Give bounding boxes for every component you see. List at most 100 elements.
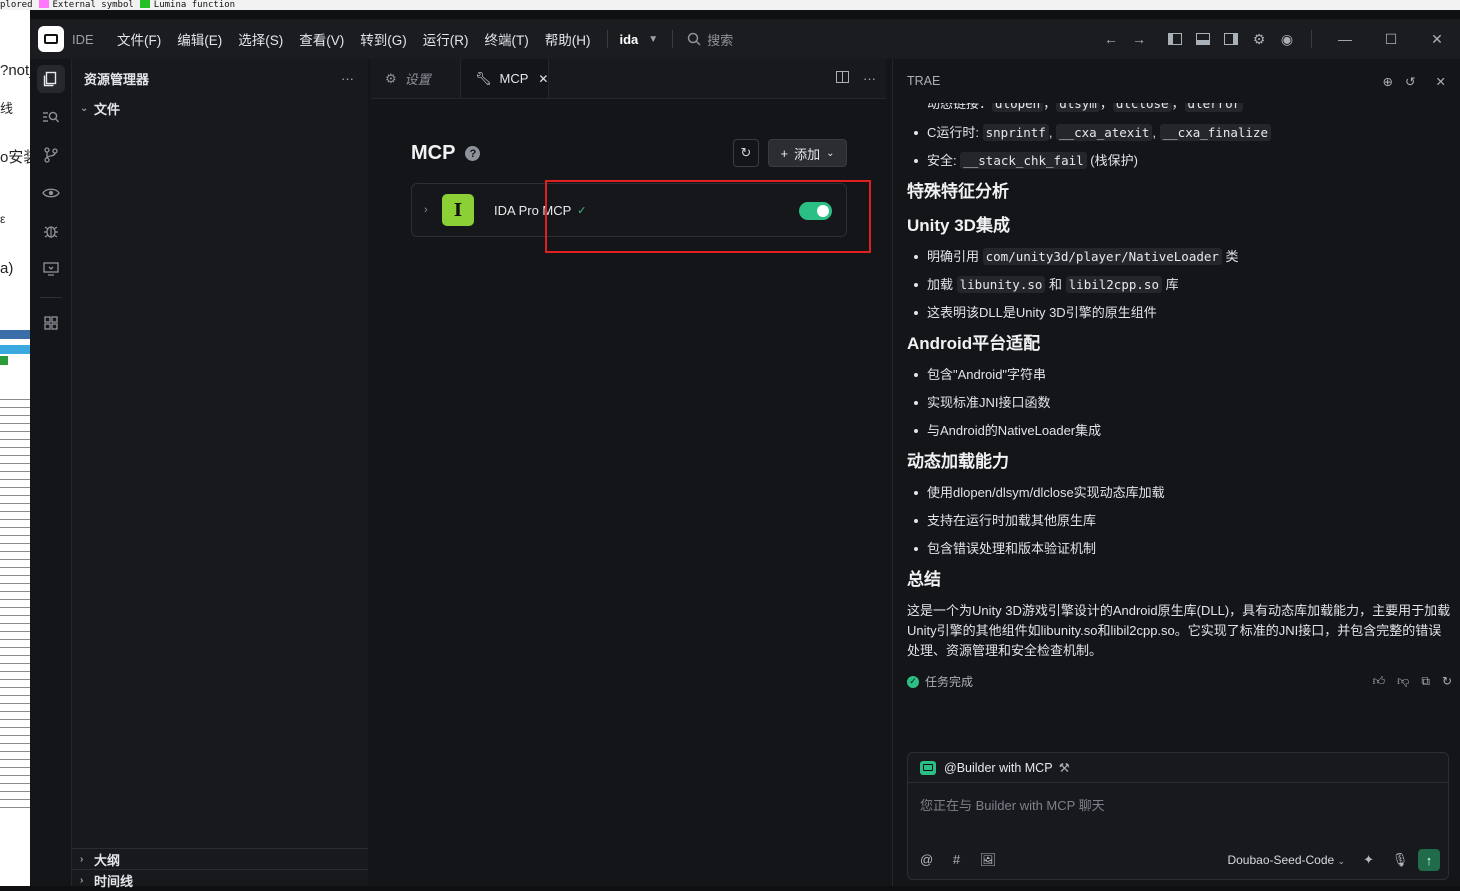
chat-title: TRAE bbox=[907, 74, 941, 88]
help-icon[interactable]: ? bbox=[465, 146, 481, 161]
page-title: MCP bbox=[411, 142, 456, 164]
highlight-annotation-box bbox=[545, 180, 871, 253]
thumbs-down-icon[interactable]: 👎︎ bbox=[1397, 674, 1409, 689]
list-item: 加载 libunity.so 和 libil2cpp.so 库 bbox=[907, 271, 1452, 299]
text: 明确引用 bbox=[927, 249, 983, 264]
menu-file[interactable]: 文件(F) bbox=[117, 29, 161, 49]
unity-list: 明确引用 com/unity3d/player/NativeLoader 类 加… bbox=[907, 243, 1452, 327]
explorer-root-folder[interactable]: ⌄ 文件 bbox=[72, 97, 368, 119]
add-server-button[interactable]: + 添加 ⌄ bbox=[768, 139, 847, 167]
copy-icon[interactable]: ⧉ bbox=[1421, 674, 1430, 689]
background-legend-strip: plored External symbol Lumina function bbox=[0, 0, 1460, 10]
task-status-row: ✓ 任务完成 👍︎ 👎︎ ⧉ ↻ bbox=[907, 673, 1452, 690]
title-separator bbox=[606, 30, 608, 48]
model-selector[interactable]: Doubao-Seed-Code ⌄ bbox=[1227, 853, 1345, 867]
toggle-secondary-sidebar-icon[interactable] bbox=[1217, 25, 1245, 53]
ai-chat-panel: TRAE ⊕ ↺ ✕ 动态链接： dlopen， dlsym， dlclose， dle… bbox=[892, 59, 1460, 886]
more-actions-icon[interactable]: ··· bbox=[863, 71, 876, 86]
menu-selection[interactable]: 选择(S) bbox=[238, 29, 283, 49]
minimize-icon[interactable]: — bbox=[1322, 25, 1368, 53]
forward-arrow-icon[interactable]: → bbox=[1125, 25, 1153, 53]
android-list: 包含"Android"字符串 实现标准JNI接口函数 与Android的Nati… bbox=[907, 361, 1452, 445]
chat-input[interactable]: 您正在与 Builder with MCP 聊天 bbox=[920, 795, 1105, 814]
search-files-icon[interactable] bbox=[37, 103, 65, 131]
title-separator bbox=[1311, 30, 1312, 48]
thumbs-up-icon[interactable]: 👍︎ bbox=[1373, 674, 1386, 689]
outline-section[interactable]: › 大纲 bbox=[72, 848, 368, 870]
text: 动态链接： bbox=[927, 103, 993, 111]
text: 库 bbox=[1161, 277, 1179, 292]
preview-eye-icon[interactable] bbox=[37, 179, 65, 207]
menu-help[interactable]: 帮助(H) bbox=[545, 29, 591, 49]
sparkle-icon[interactable]: ✦ bbox=[1363, 852, 1374, 868]
legend-swatch-pink bbox=[38, 0, 49, 8]
menu-edit[interactable]: 编辑(E) bbox=[177, 29, 222, 49]
remote-screen-icon[interactable] bbox=[37, 255, 65, 283]
back-arrow-icon[interactable]: ← bbox=[1097, 25, 1125, 53]
legend-text-explored: plored bbox=[0, 0, 33, 10]
menu-run[interactable]: 运行(R) bbox=[423, 29, 469, 49]
code: dlopen bbox=[992, 103, 1044, 112]
new-chat-icon[interactable]: ⊕ bbox=[1383, 74, 1393, 89]
close-window-icon[interactable]: ✕ bbox=[1414, 25, 1460, 53]
status-text: 任务完成 bbox=[925, 675, 974, 689]
image-upload-icon[interactable]: 🖼︎ bbox=[980, 852, 997, 867]
builder-agent-icon bbox=[920, 760, 936, 775]
code: com/unity3d/player/NativeLoader bbox=[982, 248, 1222, 265]
list-item: C运行时: snprintf, __cxa_atexit, __cxa_fina… bbox=[907, 119, 1452, 147]
bg-fragment: o安装 bbox=[0, 149, 30, 166]
maximize-icon[interactable]: ☐ bbox=[1368, 25, 1414, 53]
tab-settings[interactable]: ⚙ 设置 bbox=[371, 59, 461, 98]
code: dlerror bbox=[1184, 103, 1244, 112]
code: __cxa_finalize bbox=[1159, 124, 1271, 141]
regenerate-icon[interactable]: ↻ bbox=[1442, 674, 1452, 689]
explorer-header: 资源管理器 ··· bbox=[72, 59, 368, 97]
text: 和 bbox=[1045, 277, 1066, 292]
microphone-icon[interactable]: 🎙︎ bbox=[1390, 850, 1410, 870]
list-item: 使用dlopen/dlsym/dlclose实现动态库加载 bbox=[907, 479, 1452, 507]
close-panel-icon[interactable]: ✕ bbox=[1436, 74, 1446, 89]
timeline-label: 时间线 bbox=[94, 874, 134, 889]
folder-label: 文件 bbox=[94, 101, 121, 117]
code: libil2cpp.so bbox=[1065, 276, 1162, 293]
tab-mcp[interactable]: 🔧︎ MCP ✕ bbox=[461, 59, 549, 98]
explorer-files-icon[interactable] bbox=[37, 65, 65, 93]
more-actions-icon[interactable]: ··· bbox=[341, 71, 354, 86]
composer-toolbar: @ # 🖼︎ Doubao-Seed-Code ⌄ ✦ 🎙︎ ↑ bbox=[920, 849, 1440, 871]
model-name: Doubao-Seed-Code bbox=[1227, 853, 1335, 867]
extensions-grid-icon[interactable] bbox=[37, 309, 65, 337]
list-item: 支持在运行时加载其他原生库 bbox=[907, 507, 1452, 535]
mention-icon[interactable]: @ bbox=[920, 852, 933, 867]
chevron-right-icon: › bbox=[80, 875, 84, 886]
section-heading: 总结 bbox=[907, 570, 941, 589]
list-item: 实现标准JNI接口函数 bbox=[907, 389, 1452, 417]
list-item: 包含错误处理和版本验证机制 bbox=[907, 535, 1452, 563]
source-control-icon[interactable] bbox=[37, 141, 65, 169]
send-button[interactable]: ↑ bbox=[1418, 849, 1440, 871]
hashtag-icon[interactable]: # bbox=[953, 852, 960, 867]
agent-selector[interactable]: @Builder with MCP ⚒ bbox=[908, 753, 1448, 783]
toggle-panel-icon[interactable] bbox=[1189, 25, 1217, 53]
project-name: ida bbox=[619, 31, 639, 47]
title-actions: ← → ⚙ ◉ — ☐ ✕ bbox=[1097, 19, 1460, 59]
history-icon[interactable]: ↺ bbox=[1405, 74, 1415, 89]
project-selector[interactable]: ida ▼ bbox=[620, 32, 659, 47]
refresh-button[interactable]: ↻ bbox=[733, 139, 759, 167]
account-icon[interactable]: ◉ bbox=[1273, 25, 1301, 53]
text: 这表明该DLL是Unity 3D引擎的原生组件 bbox=[927, 305, 1157, 320]
text: (栈保护) bbox=[1086, 153, 1138, 168]
close-tab-icon[interactable]: ✕ bbox=[538, 72, 548, 86]
menu-view[interactable]: 查看(V) bbox=[299, 29, 344, 49]
menu-go[interactable]: 转到(G) bbox=[360, 29, 407, 49]
section-heading: Android平台适配 bbox=[907, 334, 1041, 353]
settings-gear-icon[interactable]: ⚙ bbox=[1245, 25, 1273, 53]
toggle-sidebar-icon[interactable] bbox=[1161, 25, 1189, 53]
chevron-right-icon[interactable]: › bbox=[424, 204, 440, 216]
search-box[interactable]: 搜索 bbox=[687, 30, 733, 49]
split-editor-icon[interactable] bbox=[836, 71, 849, 86]
menu-terminal[interactable]: 终端(T) bbox=[485, 29, 529, 49]
chat-composer: @Builder with MCP ⚒ 您正在与 Builder with MC… bbox=[907, 752, 1449, 880]
timeline-section[interactable]: › 时间线 bbox=[72, 869, 368, 891]
debug-bug-icon[interactable] bbox=[37, 217, 65, 245]
tools-icon: ⚒ bbox=[1058, 761, 1070, 775]
